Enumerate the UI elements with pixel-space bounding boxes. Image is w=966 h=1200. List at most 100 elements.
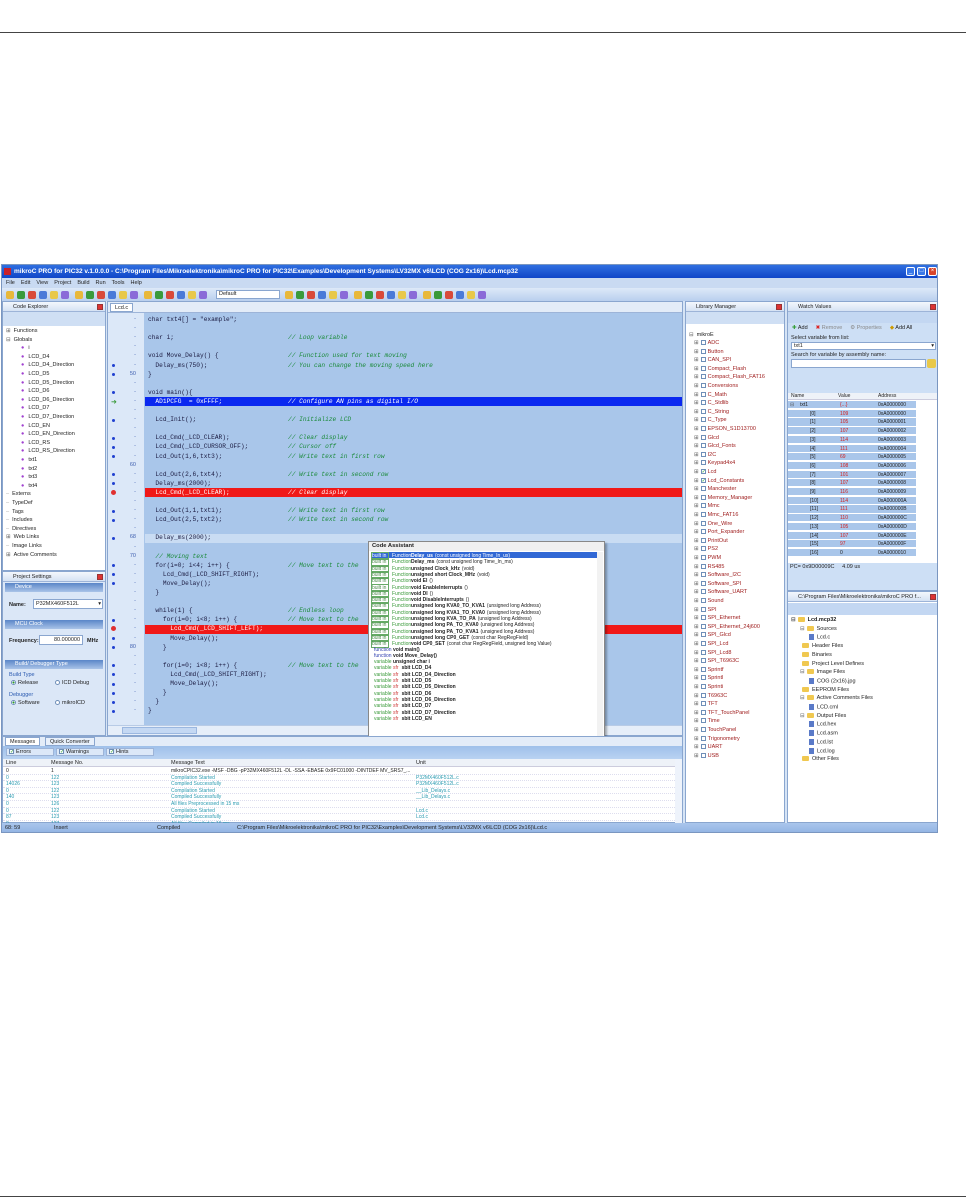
code-explorer-item[interactable]: – Externs [6,491,31,497]
checkbox-icon[interactable] [700,426,706,432]
menu-file[interactable]: File [6,278,15,288]
message-row[interactable]: 140 123 Compiled Successfully __Lib_Delays.… [3,794,675,801]
message-row[interactable]: 0 126 All files Preprocessed in 15 ms [3,801,675,808]
code-explorer-item[interactable]: ● txt4 [21,483,37,489]
expand-icon[interactable]: ⊞ [694,641,699,647]
expand-icon[interactable]: ⊞ [694,701,699,707]
toolbar-button-icon[interactable] [188,290,196,299]
expand-icon[interactable]: ⊞ [694,409,699,415]
search-go-icon[interactable] [927,359,936,368]
breakpoint-dot-icon[interactable] [112,391,115,395]
checkbox-icon[interactable] [700,684,706,690]
checkbox-icon[interactable] [700,434,706,440]
toolbar-button-icon[interactable] [50,290,58,299]
column-header[interactable]: Line [6,760,16,766]
breakpoint-dot-icon[interactable] [112,436,115,440]
checkbox-icon[interactable] [700,572,706,578]
code-explorer-item[interactable]: ● LCD_D6_Direction [21,397,74,403]
expand-icon[interactable]: ⊞ [694,572,699,578]
library-item[interactable]: ⊞ Compact_Flash [694,366,746,372]
checkbox-icon[interactable] [700,598,706,604]
breakpoint-icon[interactable] [111,626,116,632]
breakpoint-dot-icon[interactable] [112,473,115,477]
library-item[interactable]: ⊞ Mmc [694,503,720,509]
watch-row[interactable]: [4] 111 0xA0000004 [788,444,916,453]
code-explorer-item[interactable]: ● LCD_EN [21,423,50,429]
checkbox-icon[interactable] [700,494,706,500]
checkbox-icon[interactable] [700,658,706,664]
expand-icon[interactable]: ⊞ [694,650,699,656]
library-item[interactable]: ⊞ ✓ Lcd_Constants [694,478,744,484]
expand-icon[interactable]: ⊞ [6,552,11,558]
toolbar-button-icon[interactable] [119,290,127,299]
expand-icon[interactable]: ⊞ [694,349,699,355]
library-item[interactable]: ⊞ SPI_Lcd8 [694,650,731,656]
filter-errors[interactable]: ✓ Errors [6,748,54,756]
breakpoint-dot-icon[interactable] [112,482,115,486]
toolbar-button-icon[interactable] [456,290,464,299]
toolbar-button-icon[interactable] [340,290,348,299]
checkbox-icon[interactable] [700,529,706,535]
mcu-clock-section[interactable]: MCU Clock [5,620,103,629]
watch-row[interactable]: [12] 110 0xA000000C [788,514,916,523]
toolbar-button-icon[interactable] [97,290,105,299]
toolbar-button-icon[interactable] [296,290,304,299]
toolbar-button-icon[interactable] [166,290,174,299]
project-tree-item[interactable]: ⊟ Output Files [800,713,846,719]
checkbox-icon[interactable] [700,580,706,586]
expand-icon[interactable]: ⊞ [694,615,699,621]
toolbar-button-icon[interactable] [365,290,373,299]
toolbar-button-icon[interactable] [318,290,326,299]
expand-icon[interactable]: ⊞ [694,366,699,372]
project-tree-item[interactable]: Binaries [800,652,832,658]
library-item[interactable]: ⊞ Sprintl [694,675,723,681]
code-explorer-item[interactable]: – Includes [6,517,33,523]
toolbar-button-icon[interactable] [307,290,315,299]
code-assistant-item[interactable]: variablesfr sbit LCD_EN [371,716,597,722]
project-tree-item[interactable]: EEPROM Files [800,687,849,693]
library-item[interactable]: ⊞ TouchPanel [694,727,736,733]
checkbox-icon[interactable] [700,744,706,750]
checkbox-icon[interactable] [700,666,706,672]
expand-icon[interactable]: ⊞ [694,340,699,346]
library-item[interactable]: ⊞ Software_UART [694,589,747,595]
device-name-select[interactable]: P32MX460F512L ▾ [33,599,103,609]
toolbar-button-icon[interactable] [467,290,475,299]
checkbox-icon[interactable] [700,546,706,552]
code-explorer-item[interactable]: ● LCD_RS_Direction [21,448,75,454]
code-explorer-item[interactable]: ● LCD_D5_Direction [21,380,74,386]
library-item[interactable]: ⊞ Sprinti [694,684,723,690]
column-header[interactable]: Address [878,393,896,399]
code-explorer-item[interactable]: ● LCD_D4_Direction [21,362,74,368]
code-explorer-item[interactable]: ⊟ Globals [6,337,32,343]
column-header[interactable]: Unit [416,760,426,766]
device-section[interactable]: Device [5,583,103,592]
build-config-dropdown[interactable]: Default [216,290,280,299]
expand-icon[interactable]: ⊟ [6,337,11,343]
toolbar-button-icon[interactable] [130,290,138,299]
expand-icon[interactable]: ⊞ [694,512,699,518]
code-explorer-item[interactable]: ● LCD_D7 [21,405,49,411]
checkbox-icon[interactable] [700,563,706,569]
expand-icon[interactable]: ⊞ [694,693,699,699]
breakpoint-dot-icon[interactable] [112,618,115,622]
breakpoint-icon[interactable] [111,489,116,495]
tab-quick-converter[interactable]: Quick Converter [45,737,95,746]
checkbox-icon[interactable] [700,718,706,724]
mikroicd-radio[interactable]: mikroICD [55,700,85,706]
checkbox-icon[interactable] [700,641,706,647]
menu-build[interactable]: Build [77,278,89,288]
expand-icon[interactable]: ⊞ [694,538,699,544]
library-item[interactable]: ⊞ C_Type [694,417,727,423]
checkbox-icon[interactable] [700,537,706,543]
checkbox-icon[interactable] [700,615,706,621]
messages-scrollbar[interactable] [675,759,682,823]
code-explorer-item[interactable]: ● LCD_D5 [21,371,49,377]
library-item[interactable]: ⊞ C_Stdlib [694,400,728,406]
library-item[interactable]: ⊞ Mmc_FAT16 [694,512,738,518]
toolbar-button-icon[interactable] [409,290,417,299]
toolbar-button-icon[interactable] [199,290,207,299]
breakpoint-dot-icon[interactable] [112,445,115,449]
column-header[interactable]: Message No. [51,760,83,766]
library-item[interactable]: ⊞ Software_I2C [694,572,741,578]
